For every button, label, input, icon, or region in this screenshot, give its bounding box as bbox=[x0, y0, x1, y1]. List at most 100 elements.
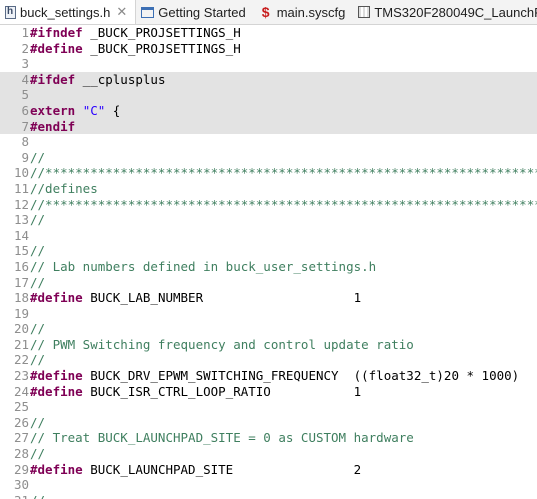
code-line[interactable]: 6extern "C" { bbox=[0, 102, 537, 119]
code-text: //defines bbox=[30, 181, 98, 196]
header-file-icon bbox=[5, 5, 16, 19]
tab-launchpad-ccxml[interactable]: TMS320F280049C_LaunchPad.ccxml bbox=[353, 0, 537, 24]
code-line[interactable]: 14 bbox=[0, 228, 537, 244]
line-number: 15 bbox=[13, 243, 29, 259]
code-line[interactable]: 5 bbox=[0, 87, 537, 103]
code-line[interactable]: 26// bbox=[0, 415, 537, 431]
line-number: 4 bbox=[21, 71, 29, 87]
comment-token: // bbox=[30, 321, 46, 337]
code-text: #define BUCK_LAB_NUMBER 1 bbox=[30, 290, 361, 305]
comment-token: // Treat BUCK_LAUNCHPAD_SITE = 0 as CUST… bbox=[30, 430, 414, 446]
line-number: 6 bbox=[21, 102, 29, 118]
tab-getting-started[interactable]: Getting Started bbox=[136, 0, 253, 24]
code-line[interactable]: 4#ifdef __cplusplus bbox=[0, 71, 537, 88]
comment-token: //**************************************… bbox=[30, 196, 537, 212]
code-token: _BUCK_PROJSETTINGS_H bbox=[82, 25, 241, 40]
code-line[interactable]: 29#define BUCK_LAUNCHPAD_SITE 2 bbox=[0, 462, 537, 478]
code-text: #define _BUCK_PROJSETTINGS_H bbox=[30, 41, 241, 56]
code-text: // bbox=[30, 352, 45, 367]
keyword-token: extern bbox=[30, 102, 76, 118]
code-line[interactable]: 23#define BUCK_DRV_EPWM_SWITCHING_FREQUE… bbox=[0, 368, 537, 384]
code-text: // bbox=[30, 493, 45, 499]
keyword-token: #ifdef bbox=[30, 71, 76, 87]
keyword-token: #define bbox=[30, 290, 83, 306]
close-icon[interactable]: ✕ bbox=[116, 4, 127, 20]
editor-tab-bar: buck_settings.h ✕ Getting Started $ main… bbox=[0, 0, 537, 25]
code-line[interactable]: 7#endif bbox=[0, 118, 537, 135]
line-number: 29 bbox=[13, 461, 29, 477]
line-number: 24 bbox=[13, 383, 29, 399]
comment-token: // bbox=[30, 212, 46, 228]
code-line[interactable]: 20// bbox=[0, 321, 537, 337]
line-number: 18 bbox=[13, 290, 29, 306]
code-token: BUCK_ISR_CTRL_LOOP_RATIO 1 bbox=[82, 383, 362, 399]
code-text: //**************************************… bbox=[30, 165, 537, 180]
code-line[interactable]: 22// bbox=[0, 352, 537, 368]
code-line[interactable]: 12//************************************… bbox=[0, 197, 537, 213]
comment-token: // bbox=[30, 414, 46, 430]
line-number: 1 bbox=[21, 25, 29, 40]
line-number: 11 bbox=[13, 180, 29, 196]
code-text: extern "C" { bbox=[30, 103, 120, 118]
code-line[interactable]: 31// bbox=[0, 493, 537, 499]
board-icon bbox=[358, 6, 371, 18]
code-line[interactable]: 25 bbox=[0, 399, 537, 415]
code-line[interactable]: 19 bbox=[0, 306, 537, 322]
keyword-token: #define bbox=[30, 368, 83, 384]
code-token: { bbox=[105, 102, 121, 118]
code-text: // bbox=[30, 212, 45, 227]
line-number: 22 bbox=[13, 352, 29, 368]
code-line[interactable]: 17// bbox=[0, 275, 537, 291]
code-line[interactable]: 30 bbox=[0, 477, 537, 493]
line-number: 7 bbox=[21, 118, 29, 134]
line-number: 30 bbox=[13, 477, 29, 493]
code-text: // PWM Switching frequency and control u… bbox=[30, 337, 414, 352]
line-number: 16 bbox=[13, 258, 29, 274]
comment-token: //**************************************… bbox=[30, 165, 537, 181]
code-line[interactable]: 13// bbox=[0, 212, 537, 228]
line-number: 20 bbox=[13, 321, 29, 337]
code-text: // bbox=[30, 243, 45, 258]
tab-main-syscfg[interactable]: $ main.syscfg bbox=[254, 0, 354, 24]
keyword-token: #define bbox=[30, 40, 83, 56]
comment-token: // bbox=[30, 274, 46, 290]
code-line[interactable]: 3 bbox=[0, 56, 537, 72]
line-number: 3 bbox=[21, 56, 29, 72]
line-number: 5 bbox=[21, 87, 29, 103]
code-line[interactable]: 1#ifndef _BUCK_PROJSETTINGS_H bbox=[0, 25, 537, 41]
line-number: 13 bbox=[13, 212, 29, 228]
tab-label: TMS320F280049C_LaunchPad.ccxml bbox=[374, 4, 537, 20]
line-number: 10 bbox=[13, 165, 29, 181]
code-editor[interactable]: 1#ifndef _BUCK_PROJSETTINGS_H 2#define _B… bbox=[0, 25, 537, 499]
code-line[interactable]: 10//************************************… bbox=[0, 165, 537, 181]
code-text: // bbox=[30, 321, 45, 336]
code-line[interactable]: 11//defines bbox=[0, 181, 537, 197]
code-text: #ifndef _BUCK_PROJSETTINGS_H bbox=[30, 25, 241, 40]
code-text: // bbox=[30, 275, 45, 290]
code-text: #endif bbox=[30, 119, 75, 134]
comment-token: // Lab numbers defined in buck_user_sett… bbox=[30, 258, 377, 274]
code-line[interactable]: 21// PWM Switching frequency and control… bbox=[0, 337, 537, 353]
keyword-token: #ifndef bbox=[30, 25, 83, 40]
code-line[interactable]: 8 bbox=[0, 134, 537, 150]
line-number: 17 bbox=[13, 274, 29, 290]
code-line[interactable]: 15// bbox=[0, 243, 537, 259]
code-line[interactable]: 18#define BUCK_LAB_NUMBER 1 bbox=[0, 290, 537, 306]
code-token: _BUCK_PROJSETTINGS_H bbox=[82, 40, 241, 56]
line-number: 21 bbox=[13, 336, 29, 352]
tab-buck-settings-h[interactable]: buck_settings.h ✕ bbox=[0, 0, 137, 24]
code-text: #define BUCK_LAUNCHPAD_SITE 2 bbox=[30, 462, 361, 477]
code-editor-window: buck_settings.h ✕ Getting Started $ main… bbox=[0, 0, 537, 499]
code-line[interactable]: 24#define BUCK_ISR_CTRL_LOOP_RATIO 1 bbox=[0, 384, 537, 400]
comment-token: // bbox=[30, 149, 46, 165]
code-line[interactable]: 27// Treat BUCK_LAUNCHPAD_SITE = 0 as CU… bbox=[0, 430, 537, 446]
syscfg-icon: $ bbox=[261, 4, 270, 20]
code-line[interactable]: 9// bbox=[0, 150, 537, 166]
string-token: "C" bbox=[82, 102, 106, 118]
code-line[interactable]: 28// bbox=[0, 446, 537, 462]
code-text: // bbox=[30, 415, 45, 430]
code-line[interactable]: 2#define _BUCK_PROJSETTINGS_H bbox=[0, 41, 537, 57]
code-text: #ifdef __cplusplus bbox=[30, 72, 165, 87]
code-line[interactable]: 16// Lab numbers defined in buck_user_se… bbox=[0, 259, 537, 275]
